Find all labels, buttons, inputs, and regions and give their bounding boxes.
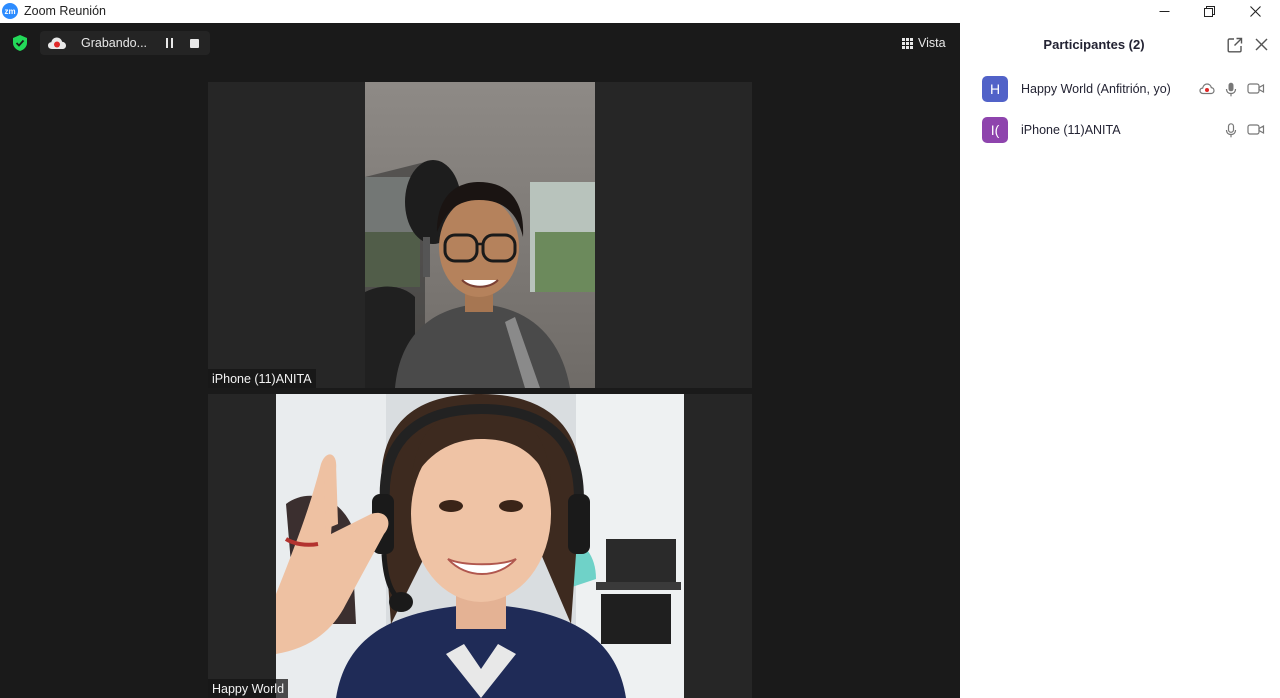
- popout-icon[interactable]: [1227, 37, 1243, 53]
- cloud-recording-icon: [48, 37, 66, 49]
- avatar: I(: [982, 117, 1008, 143]
- zoom-logo-icon: zm: [2, 3, 18, 19]
- participants-panel-title: Participantes (2): [1043, 37, 1145, 52]
- participant-row-iphone-anita[interactable]: I( iPhone (11)ANITA: [982, 116, 1272, 144]
- view-button-label: Vista: [918, 36, 946, 50]
- close-window-button[interactable]: [1232, 0, 1278, 22]
- video-tile-iphone-anita[interactable]: iPhone (11)ANITA: [208, 82, 752, 388]
- grid-view-icon: [902, 37, 913, 49]
- close-panel-icon[interactable]: [1255, 38, 1268, 51]
- restore-icon: [1203, 5, 1215, 17]
- close-icon: [1249, 5, 1261, 17]
- restore-button[interactable]: [1186, 0, 1232, 22]
- tile-name-label: Happy World: [208, 679, 289, 698]
- stop-recording-button[interactable]: [190, 39, 199, 48]
- meeting-top-toolbar: Grabando... Vista: [0, 23, 960, 63]
- pause-recording-button[interactable]: [166, 38, 175, 48]
- recording-indicator: Grabando...: [40, 31, 210, 55]
- tile-name-label: iPhone (11)ANITA: [208, 369, 316, 388]
- video-camera-icon[interactable]: [1247, 82, 1265, 95]
- avatar: H: [982, 76, 1008, 102]
- cloud-recording-icon: [1199, 83, 1215, 95]
- title-bar: zm Zoom Reunión: [0, 0, 1280, 23]
- recording-status-text: Grabando...: [81, 36, 148, 50]
- participant-name: Happy World (Anfitrión, yo): [1021, 82, 1171, 96]
- video-tile-happy-world[interactable]: Happy World: [208, 394, 752, 698]
- video-camera-icon[interactable]: [1247, 123, 1265, 136]
- view-button[interactable]: Vista: [896, 31, 952, 55]
- video-frame-office-selfie: [276, 394, 684, 698]
- participants-panel: Participantes (2) H Happy World (Anfitri…: [960, 23, 1280, 698]
- minimize-icon: [1159, 10, 1169, 12]
- participant-name: iPhone (11)ANITA: [1021, 123, 1121, 137]
- participant-video: [276, 394, 684, 698]
- participant-row-happy-world[interactable]: H Happy World (Anfitrión, yo): [982, 75, 1272, 103]
- meeting-area: Grabando... Vista iPhone (11)ANITA Happy…: [0, 23, 960, 698]
- window-title: Zoom Reunión: [24, 4, 106, 18]
- microphone-icon[interactable]: [1225, 82, 1237, 97]
- security-shield-icon[interactable]: [11, 34, 29, 52]
- video-frame-car-selfie: [365, 82, 595, 388]
- participant-video: [365, 82, 595, 388]
- minimize-button[interactable]: [1141, 0, 1187, 22]
- microphone-icon[interactable]: [1225, 123, 1237, 138]
